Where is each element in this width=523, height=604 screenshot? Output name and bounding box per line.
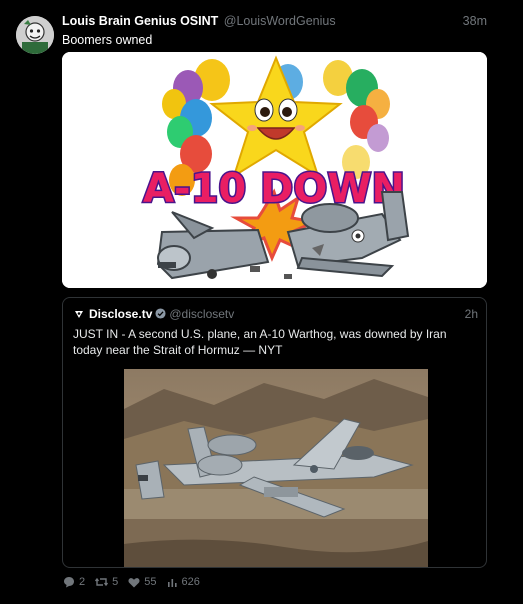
action-bar: 2 5 55 626 (63, 576, 200, 588)
quote-text: JUST IN - A second U.S. plane, an A-10 W… (73, 327, 447, 357)
like-button[interactable]: 55 (128, 576, 157, 588)
quoted-tweet[interactable]: Disclose.tv @disclosetv 2h JUST IN - A s… (62, 297, 487, 568)
retweet-icon (95, 577, 109, 587)
quote-header: Disclose.tv @disclosetv (73, 307, 234, 321)
retweet-count: 5 (112, 576, 119, 588)
reply-button[interactable]: 2 (63, 576, 85, 588)
reply-icon (64, 577, 74, 588)
tweet-image[interactable]: A-10 DOWN (62, 52, 487, 288)
like-count: 55 (144, 576, 157, 588)
views-button[interactable]: 626 (167, 576, 200, 588)
views-count: 626 (181, 576, 200, 588)
views-icon (167, 578, 177, 587)
verified-icon (155, 308, 166, 319)
quote-author-handle[interactable]: @disclosetv (169, 307, 234, 321)
image-caption: A-10 DOWN (143, 166, 405, 212)
tweet-text: Boomers owned (62, 33, 153, 47)
like-icon (128, 577, 140, 587)
author-handle[interactable]: @LouisWordGenius (224, 14, 336, 28)
author-name[interactable]: Louis Brain Genius OSINT (62, 14, 218, 28)
quote-timestamp[interactable]: 2h (465, 307, 478, 321)
quote-author-name[interactable]: Disclose.tv (89, 307, 152, 321)
tweet-header: Louis Brain Genius OSINT @LouisWordGeniu… (62, 14, 487, 32)
disclose-logo-icon (73, 308, 85, 320)
reply-count: 2 (79, 576, 86, 588)
tweet-timestamp[interactable]: 38m (463, 14, 487, 28)
author-avatar[interactable] (16, 16, 54, 54)
retweet-button[interactable]: 5 (95, 576, 118, 588)
quote-image[interactable] (124, 369, 428, 567)
tweet-card[interactable]: Louis Brain Genius OSINT @LouisWordGeniu… (0, 0, 523, 604)
